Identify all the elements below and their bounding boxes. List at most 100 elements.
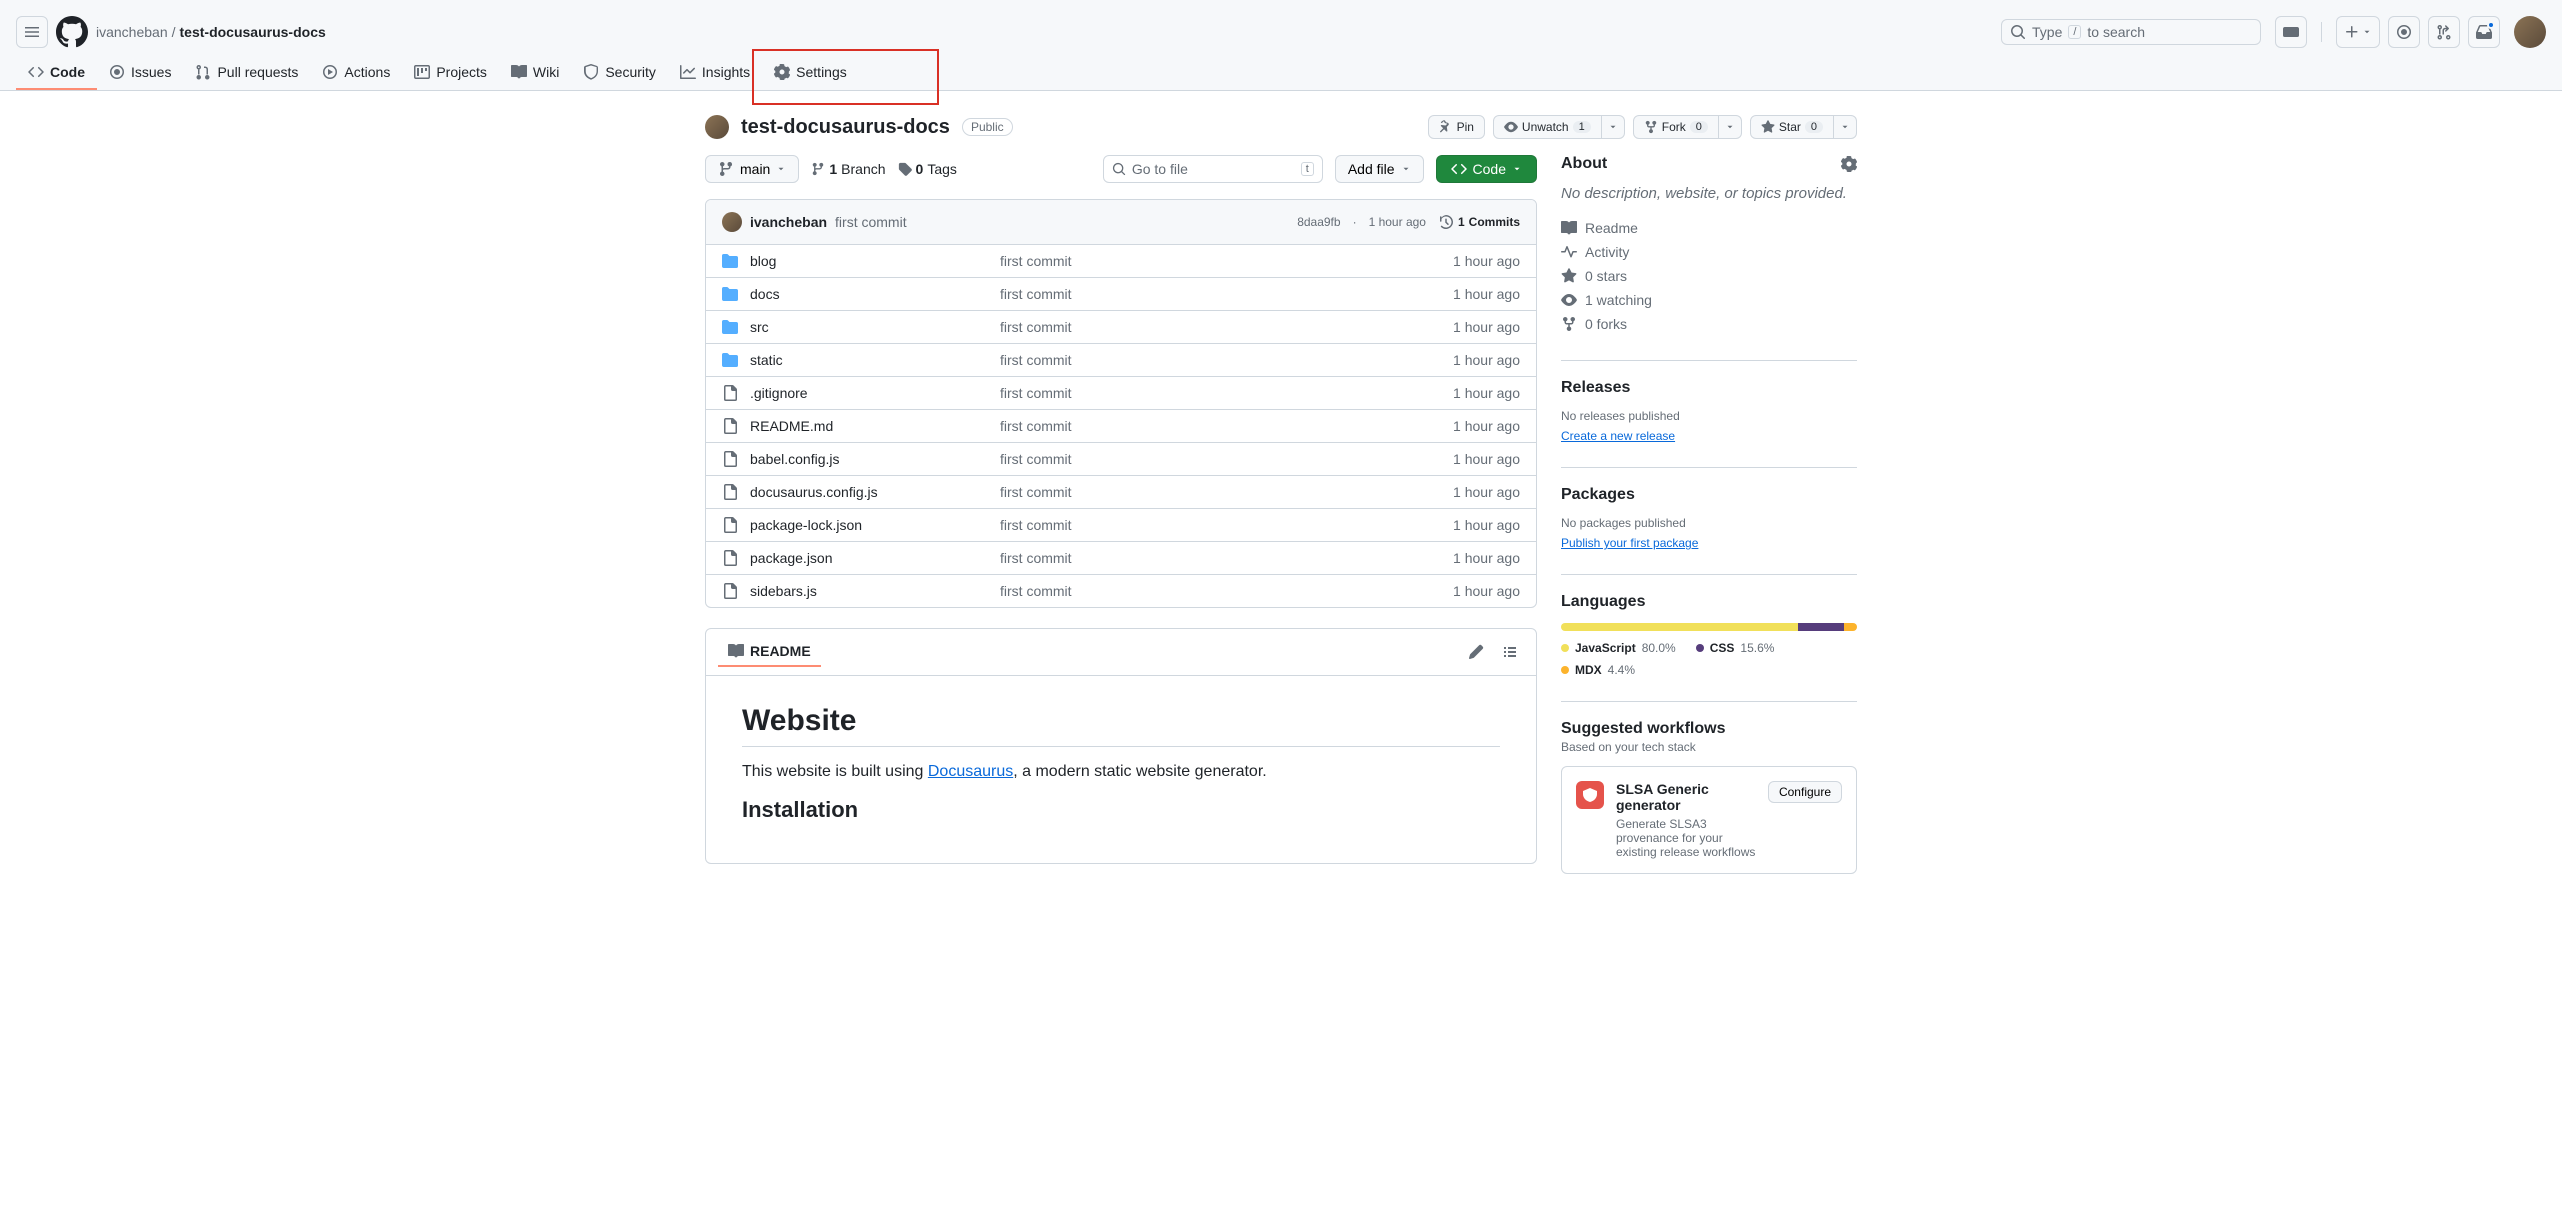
issues-button[interactable] <box>2388 16 2420 48</box>
commit-author[interactable]: ivancheban <box>750 214 827 230</box>
language-name: CSS <box>1710 641 1735 655</box>
commits-link[interactable]: 1 Commits <box>1438 214 1520 230</box>
watching-link[interactable]: 1 watching <box>1561 288 1857 312</box>
user-avatar[interactable] <box>2514 16 2546 48</box>
file-name-link[interactable]: src <box>750 319 1000 335</box>
folder-icon <box>722 253 738 269</box>
publish-package-link[interactable]: Publish your first package <box>1561 536 1698 550</box>
file-name-link[interactable]: .gitignore <box>750 385 1000 401</box>
fork-icon <box>1561 316 1577 332</box>
docusaurus-link[interactable]: Docusaurus <box>928 763 1013 780</box>
language-item[interactable]: CSS15.6% <box>1696 641 1775 655</box>
branch-icon <box>811 162 825 176</box>
file-commit-link[interactable]: first commit <box>1000 517 1453 533</box>
breadcrumb-owner[interactable]: ivancheban <box>96 24 168 40</box>
commit-time: 1 hour ago <box>1369 215 1426 229</box>
file-icon <box>722 385 738 401</box>
file-commit-link[interactable]: first commit <box>1000 583 1453 599</box>
book-icon <box>511 64 527 80</box>
file-commit-link[interactable]: first commit <box>1000 451 1453 467</box>
breadcrumb-repo[interactable]: test-docusaurus-docs <box>180 24 326 40</box>
language-segment[interactable] <box>1844 623 1857 631</box>
file-name-link[interactable]: babel.config.js <box>750 451 1000 467</box>
github-logo[interactable] <box>56 16 88 48</box>
code-icon <box>28 64 44 80</box>
code-icon <box>1451 161 1467 177</box>
unwatch-caret[interactable] <box>1602 115 1625 139</box>
language-segment[interactable] <box>1798 623 1844 631</box>
tab-settings[interactable]: Settings <box>762 56 859 90</box>
forks-link[interactable]: 0 forks <box>1561 312 1857 336</box>
tab-code[interactable]: Code <box>16 56 97 90</box>
star-button[interactable]: Star 0 <box>1750 115 1834 139</box>
notifications-button[interactable] <box>2468 16 2500 48</box>
file-commit-link[interactable]: first commit <box>1000 319 1453 335</box>
file-commit-link[interactable]: first commit <box>1000 385 1453 401</box>
file-name-link[interactable]: sidebars.js <box>750 583 1000 599</box>
file-time: 1 hour ago <box>1453 583 1520 599</box>
pin-button[interactable]: Pin <box>1428 115 1485 139</box>
outline-button[interactable] <box>1496 638 1524 666</box>
file-name-link[interactable]: package-lock.json <box>750 517 1000 533</box>
tab-insights[interactable]: Insights <box>668 56 762 90</box>
language-item[interactable]: JavaScript80.0% <box>1561 641 1676 655</box>
readme-tab[interactable]: README <box>718 637 821 667</box>
commit-sha[interactable]: 8daa9fb <box>1297 215 1340 229</box>
command-palette-button[interactable] <box>2275 16 2307 48</box>
eye-icon <box>1561 292 1577 308</box>
tab-issues[interactable]: Issues <box>97 56 183 90</box>
pull-requests-button[interactable] <box>2428 16 2460 48</box>
branches-link[interactable]: 1 Branch <box>811 161 885 177</box>
add-file-button[interactable]: Add file <box>1335 155 1424 183</box>
global-search[interactable]: Type / to search <box>2001 19 2261 45</box>
hamburger-menu[interactable] <box>16 16 48 48</box>
file-commit-link[interactable]: first commit <box>1000 352 1453 368</box>
fork-caret[interactable] <box>1719 115 1742 139</box>
search-label-suffix: to search <box>2087 24 2145 40</box>
configure-workflow-button[interactable]: Configure <box>1768 781 1842 803</box>
folder-icon <box>722 286 738 302</box>
branch-selector[interactable]: main <box>705 155 799 183</box>
about-description: No description, website, or topics provi… <box>1561 185 1857 202</box>
file-commit-link[interactable]: first commit <box>1000 253 1453 269</box>
goto-file-input[interactable]: Go to file t <box>1103 155 1323 183</box>
language-segment[interactable] <box>1561 623 1798 631</box>
file-commit-link[interactable]: first commit <box>1000 550 1453 566</box>
file-name-link[interactable]: docs <box>750 286 1000 302</box>
stars-link[interactable]: 0 stars <box>1561 264 1857 288</box>
star-caret[interactable] <box>1834 115 1857 139</box>
edit-readme-button[interactable] <box>1462 638 1490 666</box>
about-settings-button[interactable] <box>1841 156 1857 172</box>
tab-pull-requests[interactable]: Pull requests <box>183 56 310 90</box>
tags-link[interactable]: 0 Tags <box>898 161 957 177</box>
book-icon <box>728 643 744 659</box>
create-new-button[interactable] <box>2336 16 2380 48</box>
file-name-link[interactable]: docusaurus.config.js <box>750 484 1000 500</box>
project-icon <box>414 64 430 80</box>
file-name-link[interactable]: blog <box>750 253 1000 269</box>
activity-link[interactable]: Activity <box>1561 240 1857 264</box>
fork-button[interactable]: Fork 0 <box>1633 115 1719 139</box>
language-item[interactable]: MDX4.4% <box>1561 663 1635 677</box>
file-commit-link[interactable]: first commit <box>1000 484 1453 500</box>
commit-message[interactable]: first commit <box>835 214 907 230</box>
file-name-link[interactable]: README.md <box>750 418 1000 434</box>
language-dot <box>1561 666 1569 674</box>
commit-avatar[interactable] <box>722 212 742 232</box>
create-release-link[interactable]: Create a new release <box>1561 429 1675 443</box>
tab-actions[interactable]: Actions <box>310 56 402 90</box>
file-row: static first commit 1 hour ago <box>706 344 1536 377</box>
code-button[interactable]: Code <box>1436 155 1537 183</box>
file-commit-link[interactable]: first commit <box>1000 418 1453 434</box>
readme-link[interactable]: Readme <box>1561 216 1857 240</box>
file-name-link[interactable]: static <box>750 352 1000 368</box>
unwatch-button[interactable]: Unwatch 1 <box>1493 115 1602 139</box>
file-name-link[interactable]: package.json <box>750 550 1000 566</box>
workflow-card: SLSA Generic generator Generate SLSA3 pr… <box>1561 766 1857 874</box>
tab-wiki[interactable]: Wiki <box>499 56 571 90</box>
history-icon <box>1438 214 1454 230</box>
tab-security[interactable]: Security <box>571 56 668 90</box>
file-icon <box>722 484 738 500</box>
file-commit-link[interactable]: first commit <box>1000 286 1453 302</box>
tab-projects[interactable]: Projects <box>402 56 499 90</box>
